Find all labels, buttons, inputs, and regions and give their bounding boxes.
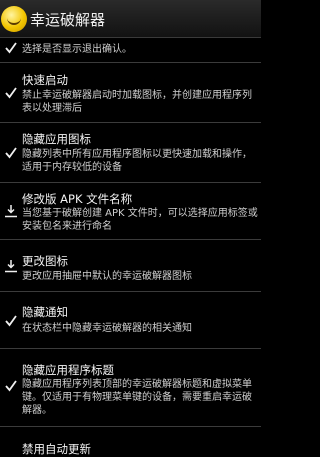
setting-title: 快速启动 — [22, 73, 68, 87]
setting-title: 隐藏应用图标 — [22, 132, 91, 146]
setting-title: 隐藏通知 — [22, 305, 68, 319]
setting-hide-app-title[interactable]: 隐藏应用程序标题 隐藏应用程序列表顶部的幸运破解器标题和虚拟菜单键。仅适用于有物… — [0, 349, 261, 427]
setting-title: 更改图标 — [22, 254, 68, 268]
setting-summary: 在状态栏中隐藏幸运破解器的相关通知 — [22, 323, 192, 334]
setting-apk-filename[interactable]: 修改版 APK 文件名称 当您基于破解创建 APK 文件时，可以选择应用标签或安… — [0, 183, 261, 240]
check-icon — [4, 314, 18, 328]
setting-title: 修改版 APK 文件名称 — [22, 192, 133, 206]
check-icon — [4, 41, 18, 55]
download-icon — [4, 204, 18, 218]
setting-summary: 隐藏应用程序列表顶部的幸运破解器标题和虚拟菜单键。仅适用于有物理菜单键的设备，需… — [22, 379, 252, 416]
setting-title: 禁用自动更新 — [22, 442, 91, 456]
setting-summary: 隐藏列表中所有应用程序图标以更快速加载和操作，适用于内存较低的设备 — [22, 149, 252, 173]
check-icon — [4, 379, 18, 393]
setting-summary: 选择是否显示退出确认。 — [22, 44, 132, 55]
app-title-bar: 幸运破解器 — [0, 0, 261, 38]
setting-summary: 当您基于破解创建 APK 文件时，可以选择应用标签或安装包名来进行命名 — [22, 208, 258, 232]
check-icon — [4, 146, 18, 160]
setting-change-icon[interactable]: 更改图标 更改应用抽屉中默认的幸运破解器图标 — [0, 240, 261, 292]
setting-disable-auto-update[interactable]: 禁用自动更新 — [0, 427, 261, 457]
setting-title: 隐藏应用程序标题 — [22, 363, 114, 377]
download-icon — [4, 259, 18, 273]
smiley-icon — [1, 6, 27, 32]
setting-summary: 更改应用抽屉中默认的幸运破解器图标 — [22, 271, 192, 282]
setting-hide-app-icons[interactable]: 隐藏应用图标 隐藏列表中所有应用程序图标以更快速加载和操作，适用于内存较低的设备 — [0, 123, 261, 183]
setting-fast-start[interactable]: 快速启动 禁止幸运破解器启动时加载图标，并创建应用程序列表以处理滞后 — [0, 63, 261, 123]
setting-exit-confirm[interactable]: 选择是否显示退出确认。 — [0, 38, 261, 63]
setting-hide-notification[interactable]: 隐藏通知 在状态栏中隐藏幸运破解器的相关通知 — [0, 292, 261, 349]
app-title: 幸运破解器 — [30, 11, 106, 29]
check-icon — [4, 86, 18, 100]
setting-summary: 禁止幸运破解器启动时加载图标，并创建应用程序列表以处理滞后 — [22, 90, 252, 114]
